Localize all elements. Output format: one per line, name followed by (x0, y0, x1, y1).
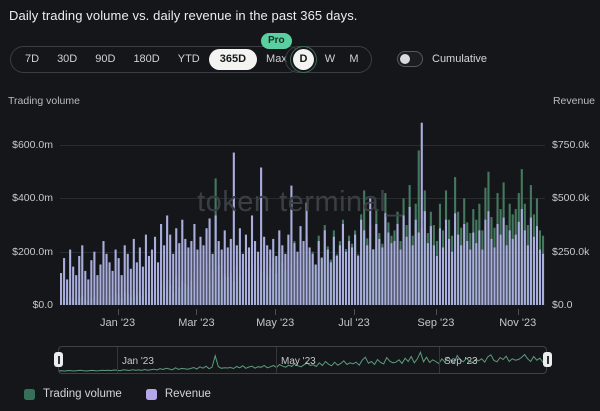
trading-volume-swatch (24, 389, 35, 400)
brush-handle-right[interactable] (543, 352, 552, 367)
brush-gridline (276, 347, 277, 373)
handle-grip-icon (58, 356, 60, 364)
handle-grip-icon (547, 356, 549, 364)
brush-label: Jan '23 (122, 356, 154, 367)
brush-line-chart (0, 0, 600, 411)
legend-item-trading-volume[interactable]: Trading volume (24, 388, 122, 400)
brush-gridline (117, 347, 118, 373)
brush-handle-left[interactable] (54, 352, 63, 367)
revenue-swatch (146, 389, 157, 400)
legend-label: Trading volume (43, 388, 122, 400)
legend: Trading volume Revenue (24, 388, 235, 400)
brush-label: Sep '23 (444, 356, 478, 367)
legend-label: Revenue (165, 388, 211, 400)
brush-label: May '23 (281, 356, 316, 367)
legend-item-revenue[interactable]: Revenue (146, 388, 211, 400)
brush-gridline (439, 347, 440, 373)
chart-panel: Daily trading volume vs. daily revenue i… (0, 0, 600, 411)
